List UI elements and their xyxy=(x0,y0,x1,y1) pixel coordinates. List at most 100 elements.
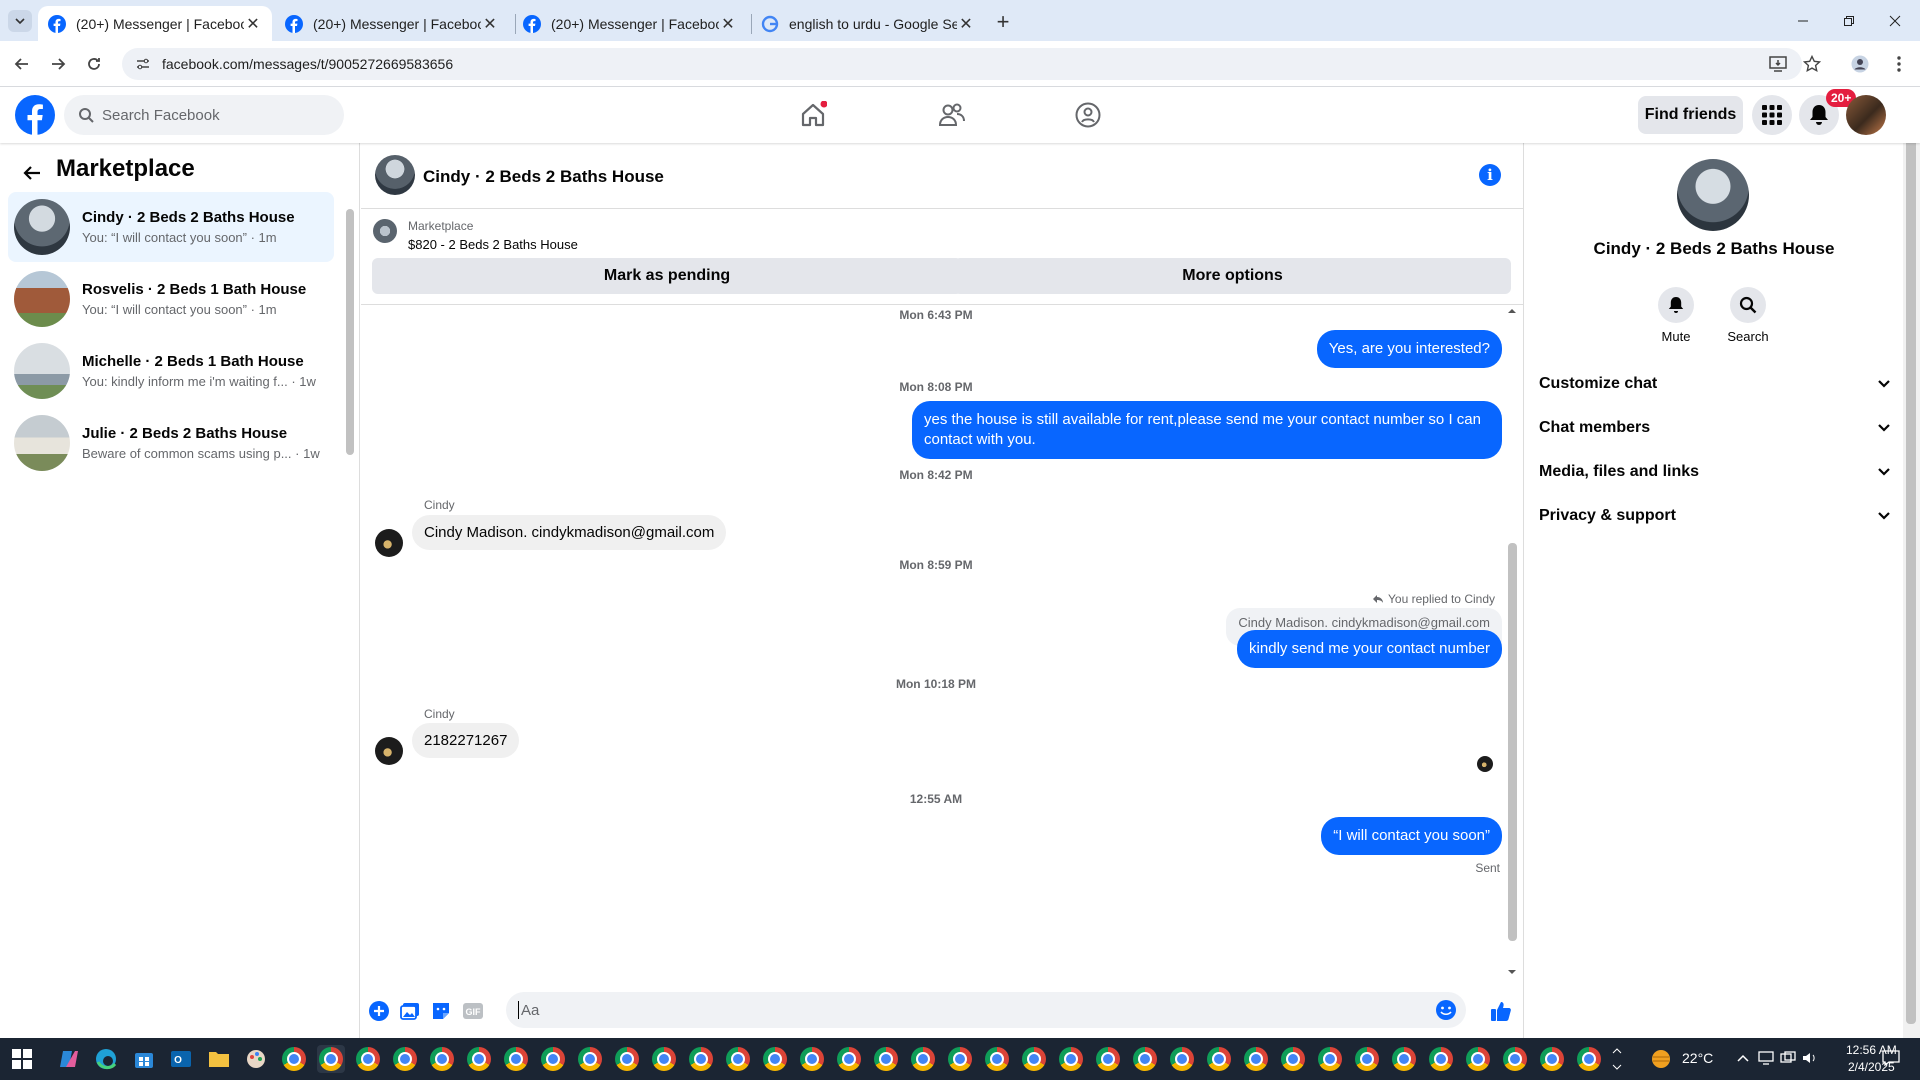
chrome-taskbar-icon[interactable] xyxy=(280,1045,308,1073)
search-conversation-button[interactable]: Search xyxy=(1718,287,1778,344)
nav-groups[interactable] xyxy=(1070,97,1106,133)
account-avatar[interactable] xyxy=(1846,95,1886,135)
gif-button[interactable]: GIF xyxy=(461,999,485,1023)
install-app-button[interactable] xyxy=(1767,53,1789,75)
chrome-taskbar-icon[interactable] xyxy=(1353,1045,1381,1073)
bookmark-button[interactable] xyxy=(1801,53,1823,75)
chrome-taskbar-icon[interactable] xyxy=(354,1045,382,1073)
chrome-taskbar-icon[interactable] xyxy=(1057,1045,1085,1073)
emoji-button[interactable] xyxy=(1436,1000,1456,1020)
chrome-taskbar-icon[interactable] xyxy=(724,1045,752,1073)
address-bar[interactable]: facebook.com/messages/t/9005272669583656 xyxy=(122,48,1802,80)
minimize-button[interactable] xyxy=(1780,6,1826,36)
browser-tab-3[interactable]: (20+) Messenger | Facebook ✕ xyxy=(513,6,747,41)
browser-tab-4[interactable]: english to urdu - Google Search ✕ xyxy=(751,6,985,41)
chrome-taskbar-icon[interactable] xyxy=(465,1045,493,1073)
chrome-taskbar-icon[interactable] xyxy=(502,1045,530,1073)
more-options-button[interactable]: More options xyxy=(954,258,1511,294)
app-taskbar-icon[interactable] xyxy=(242,1045,270,1073)
close-tab-icon[interactable]: ✕ xyxy=(481,15,499,33)
chrome-taskbar-icon[interactable] xyxy=(1205,1045,1233,1073)
message-bubble-out[interactable]: Yes, are you interested? xyxy=(1316,330,1502,368)
chrome-taskbar-icon[interactable] xyxy=(761,1045,789,1073)
message-bubble-out[interactable]: kindly send me your contact number xyxy=(1237,630,1502,668)
nav-home[interactable] xyxy=(795,97,831,133)
display-tray-icon[interactable] xyxy=(1779,1049,1797,1067)
volume-tray-icon[interactable] xyxy=(1801,1049,1819,1067)
menu-button[interactable] xyxy=(1752,95,1792,135)
contact-avatar-small[interactable] xyxy=(375,529,403,557)
thread-item[interactable]: Rosvelis · 2 Beds 1 Bath House You: “I w… xyxy=(8,264,334,334)
chrome-taskbar-icon[interactable] xyxy=(798,1045,826,1073)
conversation-title[interactable]: Cindy · 2 Beds 2 Baths House xyxy=(423,167,664,187)
listing-thumbnail[interactable] xyxy=(373,219,397,243)
chrome-taskbar-icon[interactable] xyxy=(1501,1045,1529,1073)
facebook-search-input[interactable]: Search Facebook xyxy=(64,95,344,135)
message-bubble-out[interactable]: “I will contact you soon” xyxy=(1321,817,1502,855)
customize-chat-section[interactable]: Customize chat xyxy=(1539,366,1891,402)
info-icon[interactable]: i xyxy=(1479,164,1501,186)
chrome-taskbar-icon[interactable] xyxy=(835,1045,863,1073)
back-button[interactable] xyxy=(9,51,35,77)
sticker-button[interactable] xyxy=(429,999,453,1023)
close-tab-icon[interactable]: ✕ xyxy=(957,15,975,33)
chrome-taskbar-icon[interactable] xyxy=(613,1045,641,1073)
browser-tab-2[interactable]: (20+) Messenger | Facebook ✕ xyxy=(275,6,509,41)
chrome-taskbar-icon[interactable] xyxy=(1131,1045,1159,1073)
chrome-taskbar-icon[interactable] xyxy=(539,1045,567,1073)
message-scrollbar[interactable] xyxy=(1508,543,1517,941)
browser-tab-1[interactable]: (20+) Messenger | Facebook ✕ xyxy=(38,6,272,41)
outlook-taskbar-icon[interactable]: O xyxy=(167,1045,195,1073)
thread-item[interactable]: Michelle · 2 Beds 1 Bath House You: kind… xyxy=(8,336,334,406)
contact-avatar[interactable] xyxy=(375,155,415,195)
nav-friends[interactable] xyxy=(934,97,970,133)
like-button[interactable] xyxy=(1489,999,1513,1023)
close-window-button[interactable] xyxy=(1872,6,1918,36)
chrome-taskbar-icon[interactable] xyxy=(687,1045,715,1073)
weather-icon[interactable] xyxy=(1650,1048,1672,1070)
close-tab-icon[interactable]: ✕ xyxy=(244,15,262,33)
attach-photo-button[interactable] xyxy=(398,999,422,1023)
copilot-taskbar-icon[interactable] xyxy=(55,1045,83,1073)
chrome-taskbar-icon[interactable] xyxy=(1390,1045,1418,1073)
message-bubble-in[interactable]: 2182271267 xyxy=(412,723,520,758)
chrome-taskbar-icon[interactable] xyxy=(1538,1045,1566,1073)
chrome-taskbar-icon[interactable] xyxy=(1242,1045,1270,1073)
chrome-taskbar-icon[interactable] xyxy=(1427,1045,1455,1073)
store-taskbar-icon[interactable] xyxy=(130,1045,158,1073)
chrome-taskbar-icon[interactable] xyxy=(983,1045,1011,1073)
chrome-taskbar-icon[interactable] xyxy=(1168,1045,1196,1073)
chrome-taskbar-icon[interactable] xyxy=(1464,1045,1492,1073)
chrome-taskbar-icon[interactable] xyxy=(428,1045,456,1073)
restore-button[interactable] xyxy=(1826,6,1872,36)
taskbar-scroll-button[interactable] xyxy=(1610,1045,1624,1073)
chrome-taskbar-icon[interactable] xyxy=(1575,1045,1603,1073)
thread-item[interactable]: Julie · 2 Beds 2 Baths House Beware of c… xyxy=(8,408,334,478)
chrome-taskbar-icon-active[interactable] xyxy=(317,1045,345,1073)
thread-item[interactable]: Cindy · 2 Beds 2 Baths House You: “I wil… xyxy=(8,192,334,262)
forward-button[interactable] xyxy=(45,51,71,77)
message-input[interactable]: Aa xyxy=(506,992,1466,1028)
chrome-taskbar-icon[interactable] xyxy=(909,1045,937,1073)
chat-members-section[interactable]: Chat members xyxy=(1539,410,1891,446)
show-hidden-icons-button[interactable] xyxy=(1734,1049,1752,1067)
page-scrollbar[interactable] xyxy=(1906,104,1916,1024)
file-explorer-taskbar-icon[interactable] xyxy=(205,1045,233,1073)
message-bubble-in[interactable]: Cindy Madison. cindykmadison@gmail.com xyxy=(412,515,727,550)
message-bubble-out[interactable]: yes the house is still available for ren… xyxy=(912,401,1502,459)
mark-as-pending-button[interactable]: Mark as pending xyxy=(372,258,962,294)
chrome-taskbar-icon[interactable] xyxy=(946,1045,974,1073)
media-files-links-section[interactable]: Media, files and links xyxy=(1539,454,1891,490)
chrome-taskbar-icon[interactable] xyxy=(1094,1045,1122,1073)
back-button[interactable] xyxy=(20,161,44,185)
close-tab-icon[interactable]: ✕ xyxy=(719,15,737,33)
network-tray-icon[interactable] xyxy=(1757,1049,1775,1067)
new-tab-button[interactable]: + xyxy=(990,9,1016,35)
notification-center-button[interactable] xyxy=(1880,1049,1902,1067)
tab-search-button[interactable] xyxy=(8,10,32,32)
thread-list-scrollbar[interactable] xyxy=(346,209,354,455)
chrome-taskbar-icon[interactable] xyxy=(391,1045,419,1073)
start-button[interactable] xyxy=(8,1045,36,1073)
edge-taskbar-icon[interactable] xyxy=(92,1045,120,1073)
chrome-taskbar-icon[interactable] xyxy=(1279,1045,1307,1073)
